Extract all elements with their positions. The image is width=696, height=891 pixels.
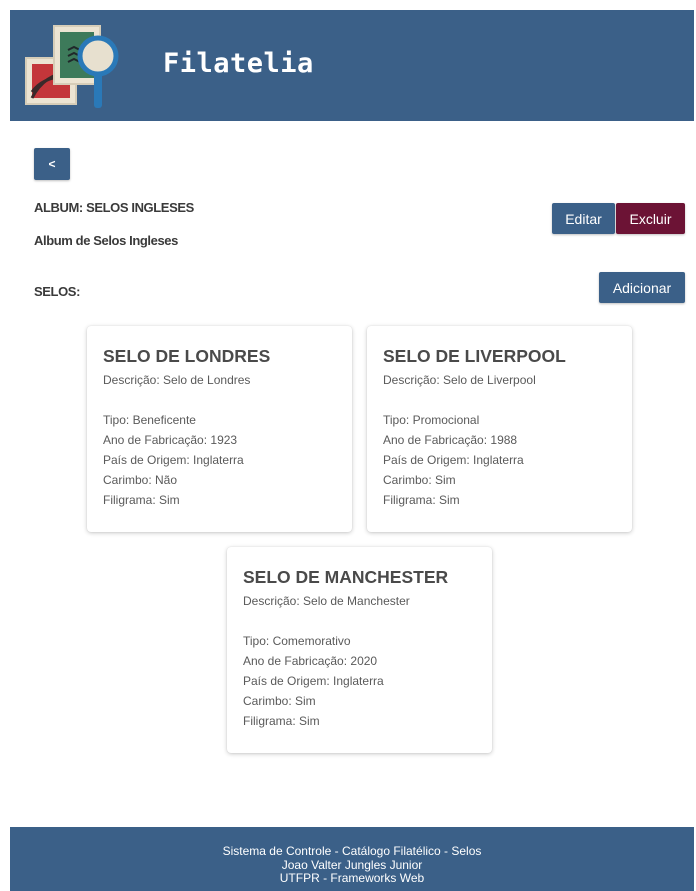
card-pais: País de Origem: Inglaterra [103,453,244,467]
stamp-card[interactable]: SELO DE MANCHESTER Descrição: Selo de Ma… [227,547,492,753]
back-button[interactable]: < [34,148,70,180]
stamp-card[interactable]: SELO DE LIVERPOOL Descrição: Selo de Liv… [367,326,632,532]
card-title: SELO DE MANCHESTER [243,567,449,587]
card-title: SELO DE LONDRES [103,346,271,366]
card-carimbo: Carimbo: Não [103,473,178,487]
stamp-card[interactable]: SELO DE LONDRES Descrição: Selo de Londr… [87,326,352,532]
card-tipo: Tipo: Beneficente [103,413,196,427]
card-description: Descrição: Selo de Londres [103,373,251,387]
card-title: SELO DE LIVERPOOL [383,346,566,366]
card-pais: País de Origem: Inglaterra [383,453,524,467]
card-description: Descrição: Selo de Liverpool [383,373,536,387]
card-ano: Ano de Fabricação: 1988 [383,433,518,447]
card-tipo: Tipo: Promocional [383,413,480,427]
card-tipo: Tipo: Comemorativo [243,634,351,648]
app-footer: Sistema de Controle - Catálogo Filatélic… [10,827,694,891]
card-carimbo: Carimbo: Sim [243,694,316,708]
card-filigrama: Filigrama: Sim [243,714,320,728]
album-description: Album de Selos Ingleses [34,233,178,248]
card-filigrama: Filigrama: Sim [383,493,460,507]
selos-label: SELOS: [34,284,80,299]
card-ano: Ano de Fabricação: 2020 [243,654,378,668]
card-filigrama: Filigrama: Sim [103,493,180,507]
card-carimbo: Carimbo: Sim [383,473,456,487]
brand-title: Filatelia [163,48,314,79]
app-header: Filatelia [10,10,694,121]
card-ano: Ano de Fabricação: 1923 [103,433,238,447]
delete-button[interactable]: Excluir [616,203,685,234]
footer-line-1: Sistema de Controle - Catálogo Filatélic… [222,844,482,858]
card-pais: País de Origem: Inglaterra [243,674,384,688]
footer-line-3: UTFPR - Frameworks Web [279,871,425,885]
stamps-magnifier-icon [25,25,119,108]
edit-button[interactable]: Editar [552,203,615,234]
footer-line-2: Joao Valter Jungles Junior [281,857,423,872]
card-description: Descrição: Selo de Manchester [243,594,410,608]
add-button[interactable]: Adicionar [599,272,685,303]
album-title: ALBUM: SELOS INGLESES [34,200,194,215]
